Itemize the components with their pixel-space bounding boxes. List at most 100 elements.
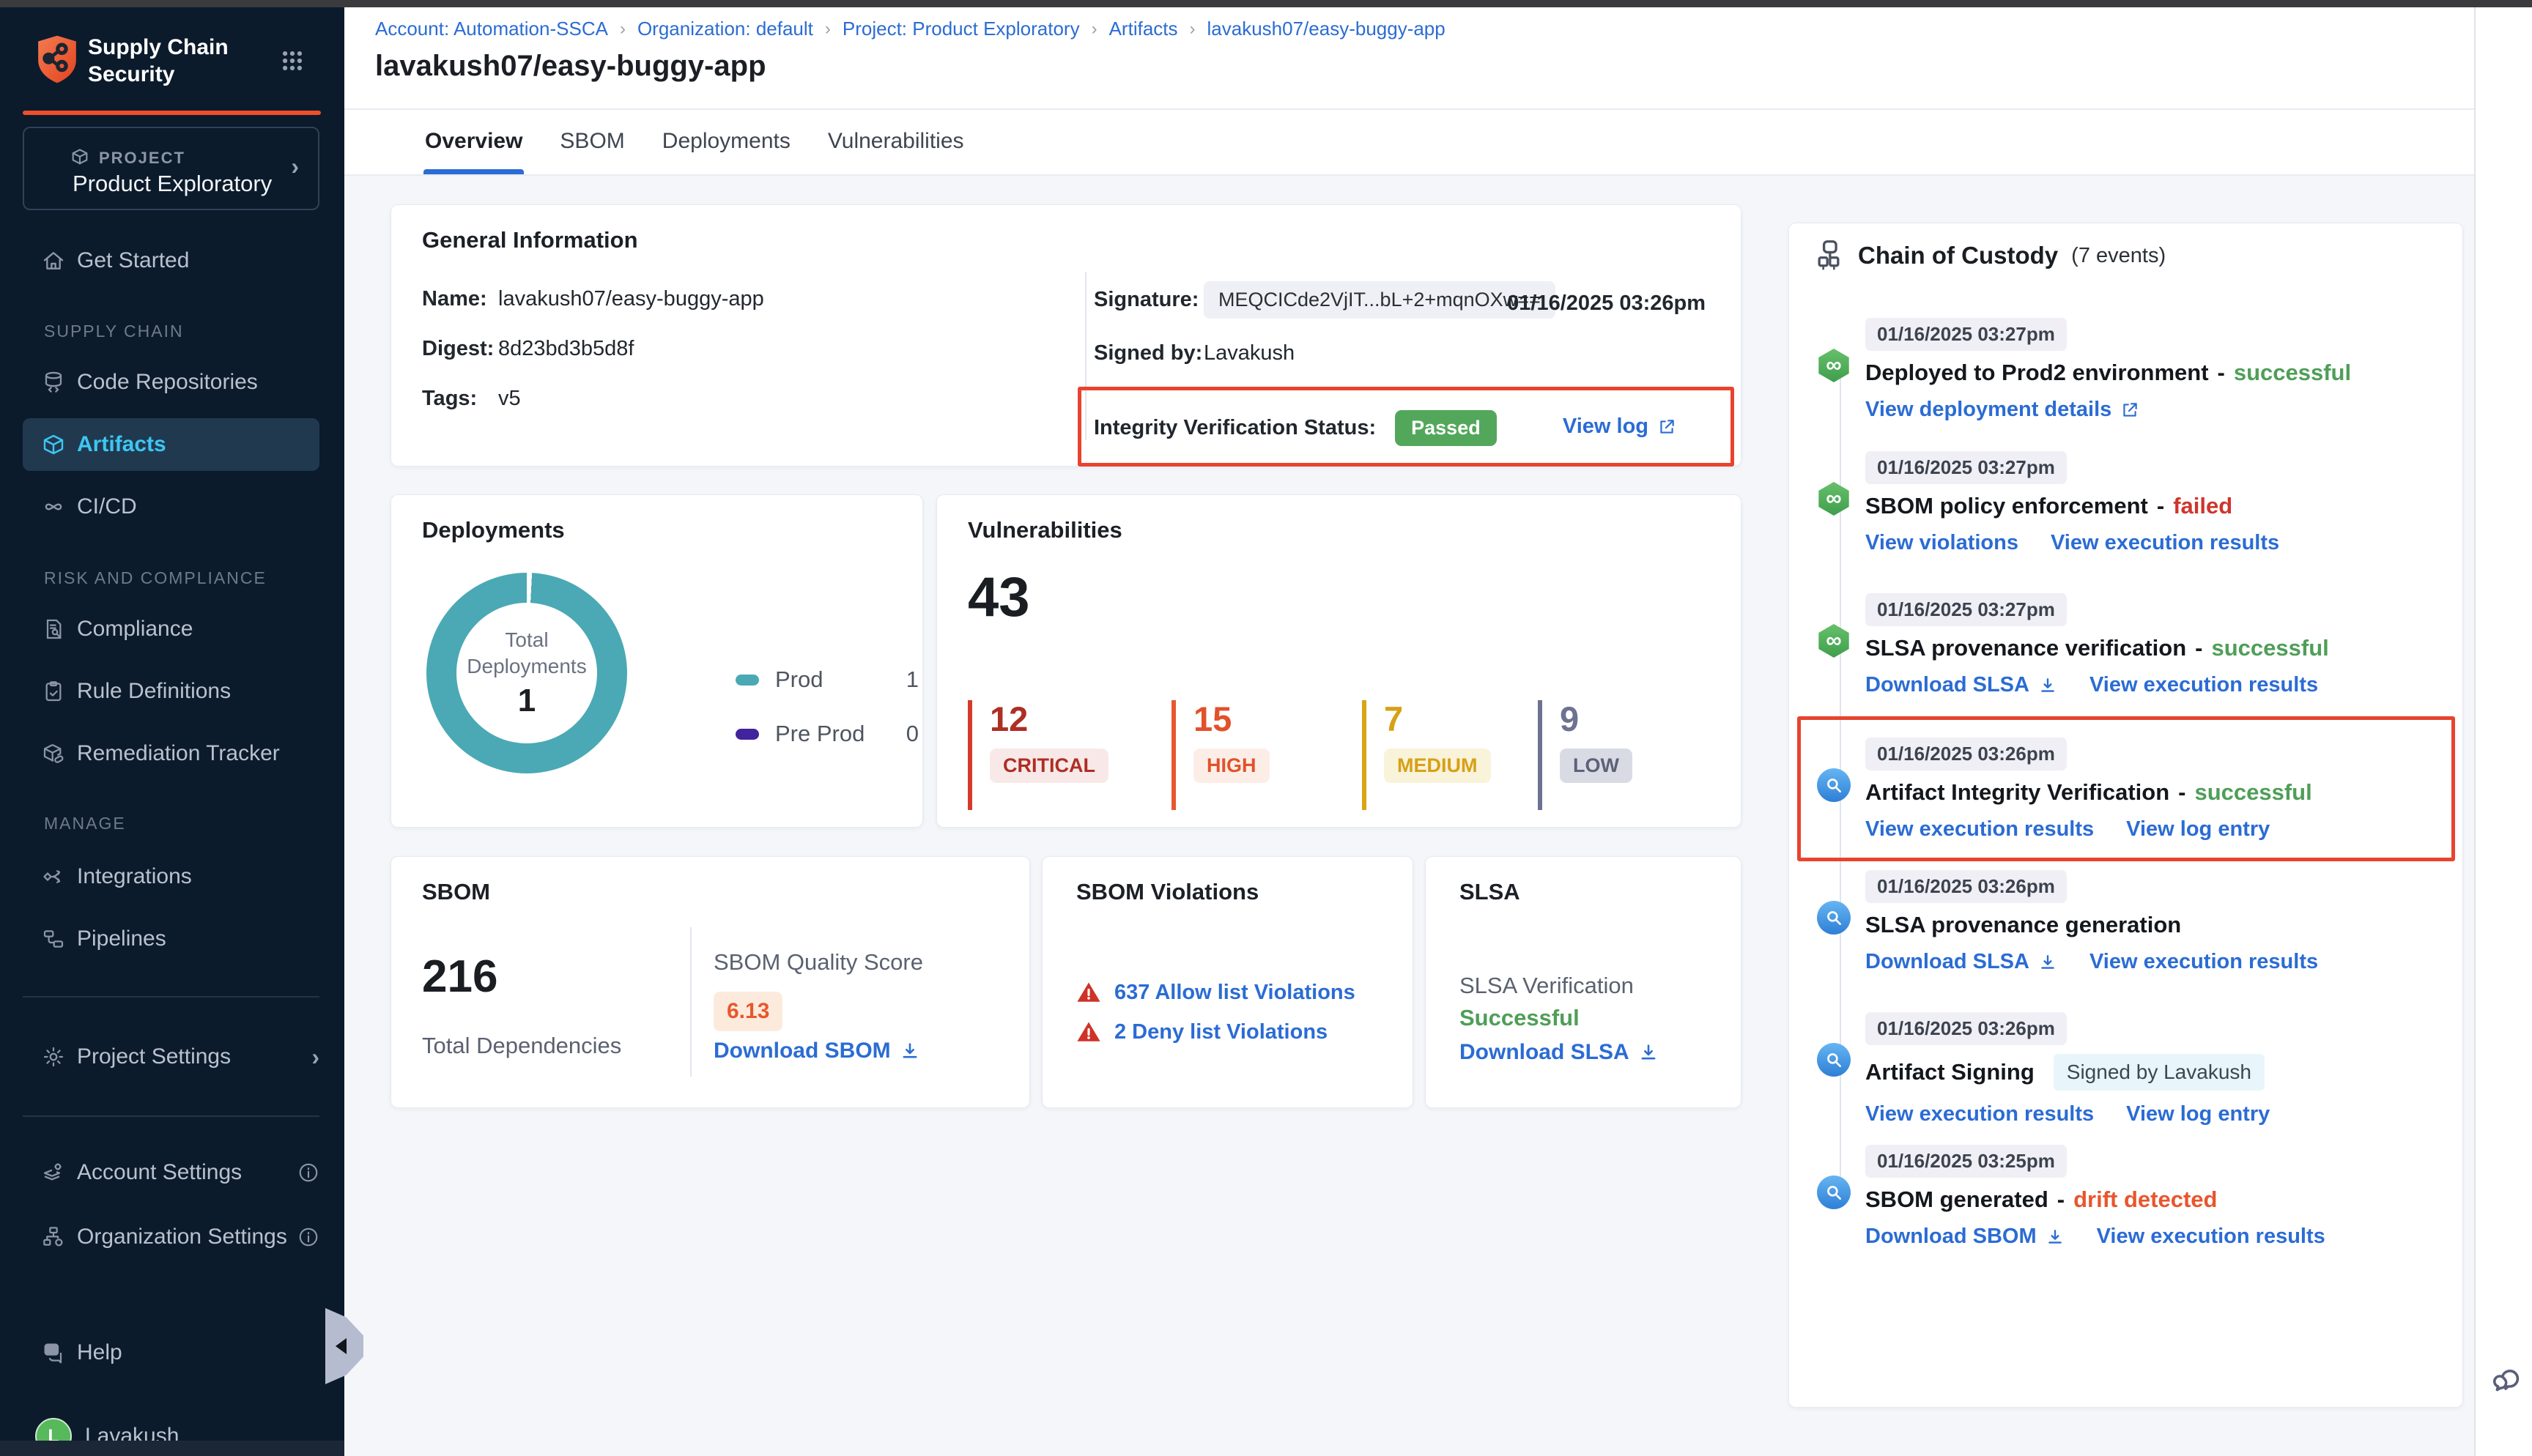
card-title: Deployments [422,517,565,543]
event-status: successful [2211,635,2328,661]
deny-list-violations-link[interactable]: 2 Deny list Violations [1114,1020,1328,1044]
pipelines-icon [42,927,65,951]
general-information-card: General Information Name: lavakush07/eas… [390,204,1741,467]
prod-swatch [736,675,759,686]
card-title: General Information [422,227,638,253]
download-icon [2038,676,2057,695]
severity-low[interactable]: 9 LOW [1538,700,1632,810]
allow-list-violations-link[interactable]: 637 Allow list Violations [1114,981,1355,1005]
chevron-right-icon: › [311,1044,319,1071]
project-selector-name: Product Exploratory [73,171,272,197]
tab-sbom[interactable]: SBOM [558,125,626,158]
legend-item-prod[interactable]: Prod 1 [736,659,919,700]
download-slsa-link[interactable]: Download SLSA [1865,950,2057,974]
sidebar-item-help[interactable]: ? Help [0,1326,344,1379]
info-icon[interactable] [297,1162,319,1184]
severity-medium[interactable]: 7 MEDIUM [1362,700,1491,810]
gear-icon [42,1045,65,1069]
brand-accent-divider [23,111,321,115]
sidebar-item-project-settings[interactable]: Project Settings › [0,1030,344,1083]
chain-icon [1813,239,1845,272]
legend-item-preprod[interactable]: Pre Prod 0 [736,713,919,754]
event-timestamp: 01/16/2025 03:25pm [1865,1145,2067,1178]
breadcrumb-organization[interactable]: Organization: default [637,18,813,40]
digest-value: 8d23bd3b5d8f [498,337,634,361]
home-icon [42,249,65,272]
breadcrumb-project[interactable]: Project: Product Exploratory [843,18,1080,40]
event-timestamp: 01/16/2025 03:26pm [1865,1012,2067,1045]
download-slsa-link[interactable]: Download SLSA [1459,1040,1659,1065]
breadcrumb-account[interactable]: Account: Automation-SSCA [375,18,608,40]
tab-deployments[interactable]: Deployments [661,125,792,158]
scan-magnifier-icon [1817,768,1851,802]
sidebar-item-rule-definitions[interactable]: Rule Definitions [0,665,344,718]
download-sbom-link[interactable]: Download SBOM [714,1039,920,1063]
download-icon [2046,1227,2065,1247]
card-title: Vulnerabilities [968,517,1122,543]
project-selector[interactable]: PROJECT Product Exploratory › [23,127,319,210]
tab-vulnerabilities[interactable]: Vulnerabilities [826,125,966,158]
view-log-entry-link[interactable]: View log entry [2126,817,2270,842]
sidebar-divider [23,996,319,998]
collapse-left-icon [336,1338,347,1354]
sidebar-item-pipelines[interactable]: Pipelines [0,913,344,965]
sidebar-item-integrations[interactable]: Integrations [0,850,344,903]
page-header: Account: Automation-SSCA › Organization:… [344,7,2474,110]
slsa-verification-label: SLSA Verification [1459,973,1634,999]
view-execution-results-link[interactable]: View execution results [2051,531,2279,555]
tags-value: v5 [498,387,521,411]
integrity-status-badge: Passed [1395,410,1497,446]
sidebar-item-get-started[interactable]: Get Started [0,234,344,287]
support-chat-icon[interactable] [2489,1362,2524,1397]
page-title: lavakush07/easy-buggy-app [375,50,766,83]
view-execution-results-link[interactable]: View execution results [1865,1102,2094,1126]
signature-value-pill[interactable]: MEQCICde2VjIT...bL+2+mqnOXw== [1204,281,1555,319]
sidebar-item-account-settings[interactable]: Account Settings [0,1146,344,1199]
deployments-donut-chart[interactable]: TotalDeployments 1 [426,573,627,773]
chain-of-custody-panel: Chain of Custody (7 events) ∞ 01/16/2025… [1788,223,2463,1408]
event-sbom-policy-enforcement: ∞ 01/16/2025 03:27pm SBOM policy enforce… [1865,451,2436,555]
info-icon[interactable] [297,1226,319,1248]
event-timestamp: 01/16/2025 03:26pm [1865,738,2067,770]
sidebar-item-code-repositories[interactable]: Code Repositories [0,356,344,409]
breadcrumb-current[interactable]: lavakush07/easy-buggy-app [1207,18,1445,40]
sidebar-item-organization-settings[interactable]: Organization Settings [0,1211,344,1263]
sidebar-section-supply-chain: SUPPLY CHAIN [44,322,184,341]
sidebar-collapse-handle[interactable] [325,1308,363,1384]
breadcrumb-separator: › [1190,19,1196,40]
view-execution-results-link[interactable]: View execution results [2097,1225,2325,1249]
breadcrumb-separator: › [825,19,831,40]
right-rail [2474,7,2532,1456]
tab-overview[interactable]: Overview [423,125,524,158]
total-deployments-value: 1 [518,683,536,719]
severity-critical[interactable]: 12 CRITICAL [968,700,1108,810]
sidebar-item-compliance[interactable]: Compliance [0,603,344,655]
sidebar-item-cicd[interactable]: CI/CD [0,480,344,533]
view-violations-link[interactable]: View violations [1865,531,2018,555]
scan-magnifier-icon [1817,1043,1851,1077]
event-timestamp: 01/16/2025 03:26pm [1865,870,2067,903]
view-execution-results-link[interactable]: View execution results [1865,817,2094,842]
window-top-strip [0,0,2532,7]
card-divider [1085,272,1087,440]
digest-row: Digest: 8d23bd3b5d8f [422,337,634,361]
severity-high[interactable]: 15 HIGH [1171,700,1270,810]
view-log-link[interactable]: View log [1563,415,1676,439]
view-log-entry-link[interactable]: View log entry [2126,1102,2270,1126]
download-sbom-link[interactable]: Download SBOM [1865,1225,2065,1249]
view-deployment-details-link[interactable]: View deployment details [1865,398,2139,422]
download-slsa-link[interactable]: Download SLSA [1865,673,2057,697]
module-grid-icon[interactable] [280,48,305,73]
breadcrumb-separator: › [620,19,626,40]
tags-row: Tags: v5 [422,387,521,411]
event-status: failed [2173,493,2232,519]
event-timestamp: 01/16/2025 03:27pm [1865,451,2067,484]
app-window: Supply ChainSecurity PROJECT Product Exp… [0,0,2532,1456]
event-artifact-signing: 01/16/2025 03:26pm Artifact SigningSigne… [1865,1012,2436,1126]
view-execution-results-link[interactable]: View execution results [2089,673,2318,697]
breadcrumb-artifacts[interactable]: Artifacts [1109,18,1178,40]
view-execution-results-link[interactable]: View execution results [2089,950,2318,974]
sidebar-item-remediation-tracker[interactable]: Remediation Tracker [0,727,344,780]
sidebar-item-artifacts[interactable]: Artifacts [23,418,319,471]
svg-text:?: ? [50,1346,55,1355]
